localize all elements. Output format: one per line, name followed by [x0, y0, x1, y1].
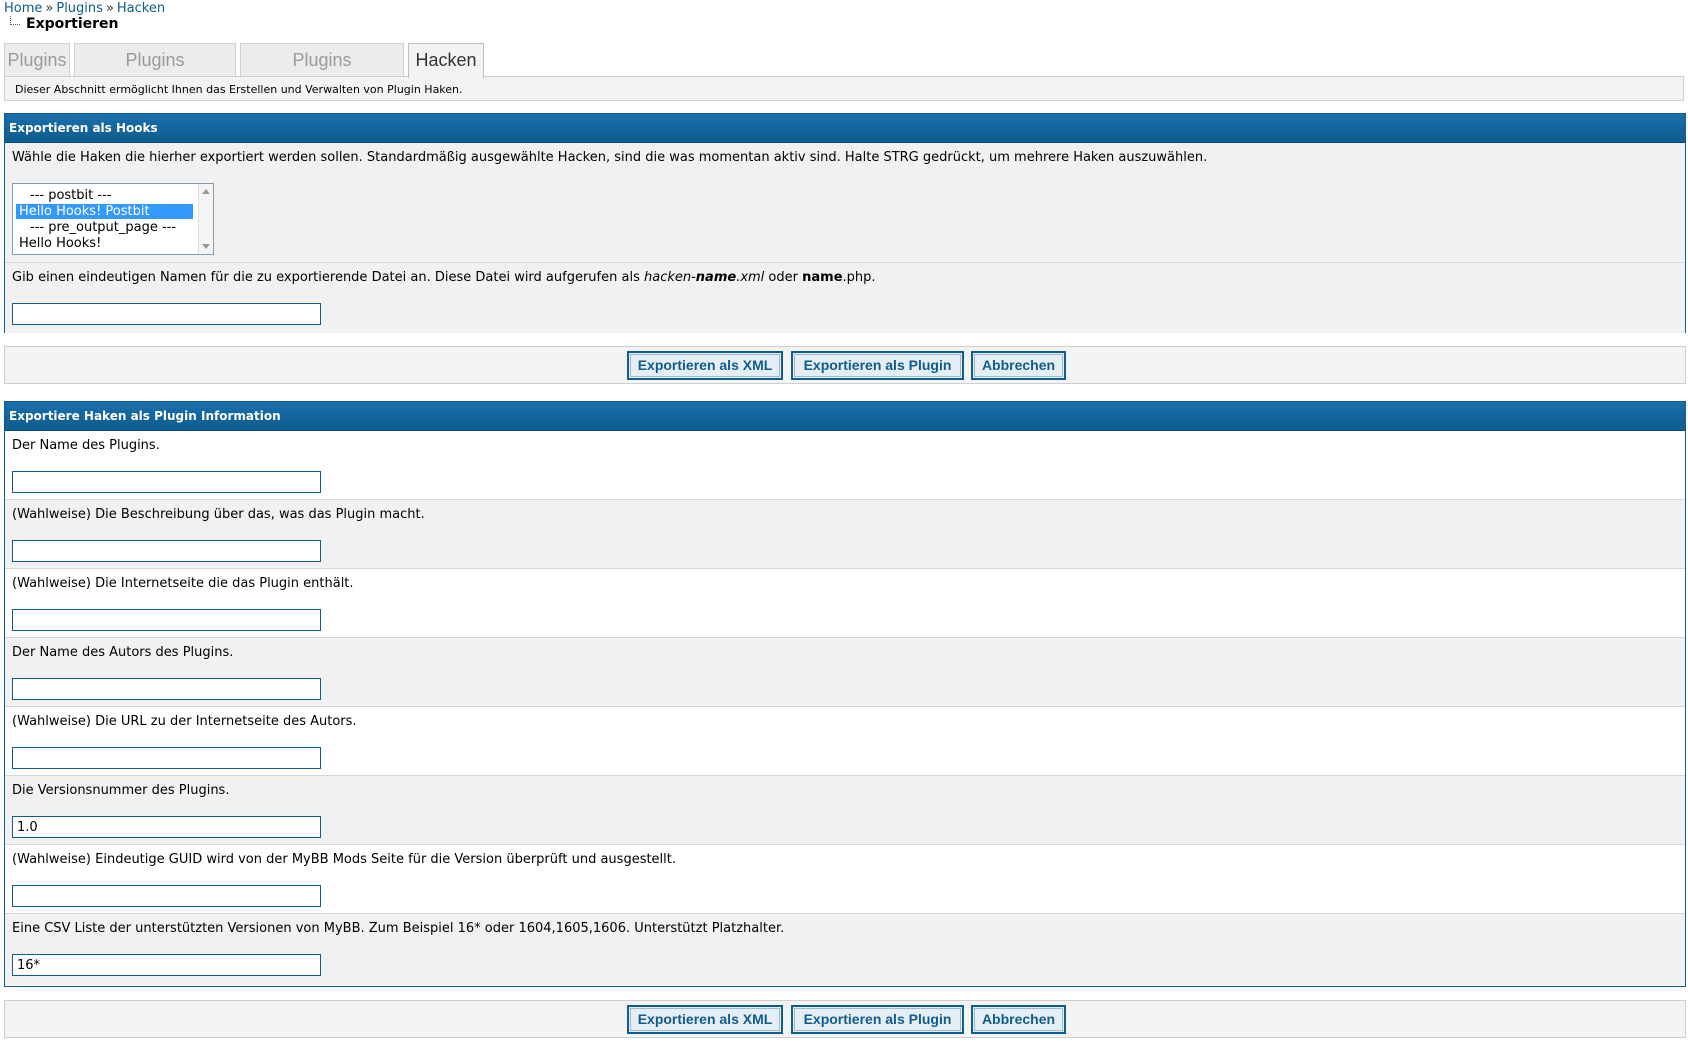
filename-label-text: Gib einen eindeutigen Namen für die zu e…: [12, 270, 644, 285]
export-xml-button[interactable]: Exportieren als XML: [627, 351, 783, 380]
plugin-version-row: Die Versionsnummer des Plugins.: [5, 776, 1685, 845]
plugin-name-input[interactable]: [12, 471, 321, 493]
filename-input[interactable]: [12, 303, 321, 325]
plugin-version-input[interactable]: [12, 816, 321, 838]
plugin-guid-label: (Wahlweise) Eindeutige GUID wird von der…: [12, 852, 677, 867]
breadcrumb-current: Exportieren: [10, 16, 119, 32]
export-hooks-title: Exportieren als Hooks: [5, 114, 1685, 143]
tab-hacken[interactable]: Hacken: [408, 43, 484, 78]
filename-example-php-name: name: [802, 270, 843, 285]
filename-example-php-ext: .php.: [842, 270, 876, 285]
plugin-website-input[interactable]: [12, 609, 321, 631]
hooks-option-selected[interactable]: Hello Hooks! Postbit: [16, 204, 193, 219]
filename-example-prefix: hacken-: [643, 270, 696, 285]
export-hooks-button-bar: Exportieren als XML Exportieren als Plug…: [4, 346, 1686, 384]
hooks-listbox[interactable]: --- postbit --- Hello Hooks! Postbit ---…: [12, 183, 214, 255]
plugin-author-input[interactable]: [12, 678, 321, 700]
plugin-guid-input[interactable]: [12, 885, 321, 907]
plugin-author-label: Der Name des Autors des Plugins.: [12, 645, 234, 660]
filename-example-xml: hacken-name.xml: [644, 270, 764, 285]
breadcrumb-separator: »: [105, 1, 114, 16]
export-xml-button[interactable]: Exportieren als XML: [627, 1005, 783, 1034]
plugin-name-row: Der Name des Plugins.: [5, 431, 1685, 500]
tab-bar: Plugins Plugins aktualisieren Plugins du…: [4, 43, 1686, 102]
export-hooks-panel: Exportieren als Hooks Wähle die Haken di…: [4, 113, 1686, 333]
breadcrumb-current-label: Exportieren: [26, 16, 119, 32]
plugin-author-url-row: (Wahlweise) Die URL zu der Internetseite…: [5, 707, 1685, 776]
plugin-website-label: (Wahlweise) Die Internetseite die das Pl…: [12, 576, 354, 591]
hooks-select-row: Wähle die Haken die hierher exportiert w…: [5, 143, 1685, 263]
plugin-version-label: Die Versionsnummer des Plugins.: [12, 783, 230, 798]
hooks-option[interactable]: Hello Hooks!: [16, 236, 193, 251]
hooks-option[interactable]: --- pre_output_page ---: [16, 220, 193, 235]
plugin-info-panel: Exportiere Haken als Plugin Information …: [4, 401, 1686, 987]
hooks-listbox-scrollbar[interactable]: [198, 184, 213, 254]
plugin-compatibility-row: Eine CSV Liste der unterstützten Version…: [5, 914, 1685, 985]
scroll-up-icon[interactable]: [202, 189, 210, 194]
plugin-author-row: Der Name des Autors des Plugins.: [5, 638, 1685, 707]
plugin-compatibility-label: Eine CSV Liste der unterstützten Version…: [12, 921, 785, 936]
plugin-guid-row: (Wahlweise) Eindeutige GUID wird von der…: [5, 845, 1685, 914]
tab-plugins-aktualisieren[interactable]: Plugins aktualisieren: [74, 43, 236, 102]
plugin-author-url-input[interactable]: [12, 747, 321, 769]
tree-branch-icon: [10, 16, 20, 25]
plugin-author-url-label: (Wahlweise) Die URL zu der Internetseite…: [12, 714, 357, 729]
hooks-option[interactable]: --- postbit ---: [16, 188, 193, 203]
filename-label: Gib einen eindeutigen Namen für die zu e…: [12, 270, 876, 285]
filename-example-name: name: [695, 270, 737, 285]
tab-plugins[interactable]: Plugins: [4, 43, 70, 76]
export-plugin-button[interactable]: Exportieren als Plugin: [791, 351, 964, 380]
filename-row: Gib einen eindeutigen Namen für die zu e…: [5, 263, 1685, 333]
scroll-down-icon[interactable]: [202, 244, 210, 249]
plugin-info-button-bar: Exportieren als XML Exportieren als Plug…: [4, 1000, 1686, 1038]
export-plugin-button[interactable]: Exportieren als Plugin: [791, 1005, 964, 1034]
breadcrumb: Home» Plugins» Hacken: [4, 1, 165, 16]
plugin-website-row: (Wahlweise) Die Internetseite die das Pl…: [5, 569, 1685, 638]
breadcrumb-separator: »: [45, 1, 54, 16]
breadcrumb-plugins-link[interactable]: Plugins: [56, 1, 103, 16]
breadcrumb-hacken-link[interactable]: Hacken: [117, 1, 165, 16]
breadcrumb-home-link[interactable]: Home: [4, 1, 42, 16]
cancel-button[interactable]: Abbrechen: [971, 1005, 1066, 1034]
plugin-description-row: (Wahlweise) Die Beschreibung über das, w…: [5, 500, 1685, 569]
plugin-compatibility-input[interactable]: [12, 954, 321, 976]
filename-label-mid: oder: [764, 270, 803, 285]
tab-plugins-durchsuchen[interactable]: Plugins durchsuchen: [240, 43, 404, 102]
filename-example-suffix: .xml: [736, 270, 765, 285]
plugin-description-input[interactable]: [12, 540, 321, 562]
cancel-button[interactable]: Abbrechen: [971, 351, 1066, 380]
hooks-instructions: Wähle die Haken die hierher exportiert w…: [12, 150, 1208, 165]
plugin-name-label: Der Name des Plugins.: [12, 438, 160, 453]
plugin-info-title: Exportiere Haken als Plugin Information: [5, 402, 1685, 431]
tab-description: Dieser Abschnitt ermöglicht Ihnen das Er…: [4, 76, 1684, 101]
plugin-description-label: (Wahlweise) Die Beschreibung über das, w…: [12, 507, 425, 522]
